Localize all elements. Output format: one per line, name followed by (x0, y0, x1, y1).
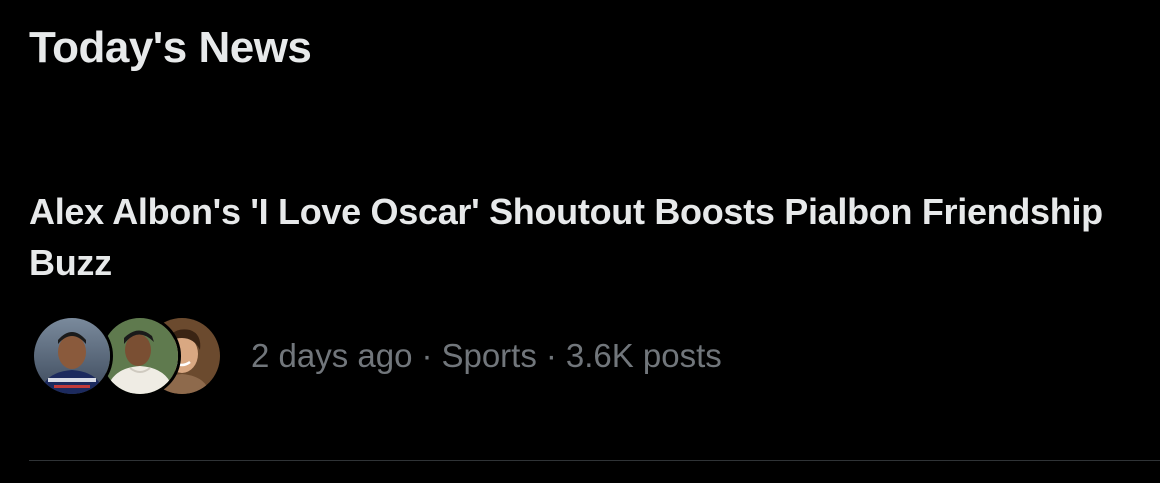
section-title: Today's News (29, 23, 312, 72)
news-headline[interactable]: Alex Albon's 'I Love Oscar' Shoutout Boo… (29, 186, 1139, 288)
avatar (31, 315, 113, 397)
person-hoodie-avatar-icon (102, 318, 178, 394)
separator: · (421, 337, 433, 374)
time-ago: 2 days ago (251, 337, 413, 374)
category-label: Sports (441, 337, 537, 374)
avatar-stack (31, 315, 227, 397)
divider (29, 460, 1160, 461)
news-meta: 2 days ago · Sports · 3.6K posts (31, 315, 722, 397)
news-item[interactable]: Alex Albon's 'I Love Oscar' Shoutout Boo… (0, 170, 1160, 461)
driver-portrait-avatar-icon (34, 318, 110, 394)
post-count: 3.6K posts (565, 337, 722, 374)
separator: · (545, 337, 557, 374)
meta-text: 2 days ago · Sports · 3.6K posts (251, 337, 722, 375)
